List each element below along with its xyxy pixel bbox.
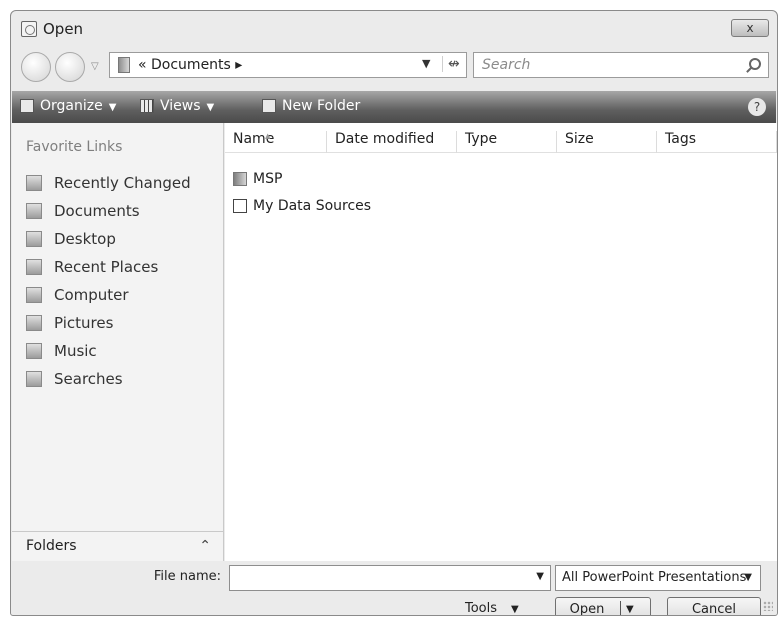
sidebar-item-music[interactable]: Music [26,337,191,365]
column-header-type[interactable]: Type [457,131,557,153]
computer-icon [26,287,42,303]
new-folder-icon [262,99,276,113]
sidebar-item-pictures[interactable]: Pictures [26,309,191,337]
organize-label: Organize [40,98,103,114]
sidebar-item-label: Documents [54,202,140,220]
forward-button[interactable] [55,52,85,82]
views-label: Views [160,98,201,114]
data-source-icon [233,199,247,213]
navigation-bar: ▽ « Documents ▸ ▼ ↮ Search [11,47,777,83]
open-label: Open [569,602,605,616]
column-header-name[interactable]: ▲ Name [225,131,327,153]
column-header-tags[interactable]: Tags [657,131,777,153]
address-dropdown-icon[interactable]: ▼ [422,57,430,70]
documents-icon [26,203,42,219]
close-button[interactable]: x [731,19,769,37]
file-type-value: All PowerPoint Presentations [562,570,747,585]
address-bar[interactable]: « Documents ▸ ▼ ↮ [109,52,467,78]
sort-arrow-icon: ▲ [265,132,271,140]
documents-folder-icon [118,57,130,73]
file-name-input[interactable]: ▼ [229,565,551,591]
back-button[interactable] [21,52,51,82]
organize-button[interactable]: Organize ▼ [20,98,116,114]
dialog-icon [21,21,37,37]
sidebar-item-recent-places[interactable]: Recent Places [26,253,191,281]
address-path[interactable]: « Documents ▸ [138,57,242,73]
sidebar-item-label: Desktop [54,230,116,248]
pictures-icon [26,315,42,331]
chevron-up-icon[interactable]: ⌃ [199,538,211,554]
open-split-divider [620,601,621,615]
sidebar-item-label: Recently Changed [54,174,191,192]
file-type-select[interactable]: All PowerPoint Presentations ▼ [555,565,761,591]
recent-pages-dropdown-icon[interactable]: ▽ [91,61,99,72]
new-folder-button[interactable]: New Folder [262,98,360,114]
recent-places-icon [26,259,42,275]
title-bar: Open x [11,11,777,47]
views-button[interactable]: Views ▼ [140,98,214,114]
file-item-msp[interactable]: MSP [233,168,282,190]
desktop-icon [26,231,42,247]
sidebar-item-label: Searches [54,370,123,388]
column-header-date-modified[interactable]: Date modified [327,131,457,153]
tools-dropdown-icon: ▼ [511,604,519,615]
column-header-size[interactable]: Size [557,131,657,153]
refresh-icon[interactable]: ↮ [442,56,460,72]
views-icon [140,99,154,113]
organize-icon [20,99,34,113]
folders-toggle-bar[interactable]: Folders ⌃ [12,531,224,561]
help-icon[interactable]: ? [748,98,766,116]
sidebar-item-label: Music [54,342,97,360]
file-name: MSP [253,171,283,187]
favorite-links-heading: Favorite Links [26,139,123,155]
search-icon[interactable] [749,58,761,70]
recently-changed-icon [26,175,42,191]
file-name-dropdown-icon[interactable]: ▼ [536,571,544,582]
file-name-label: File name: [153,569,221,584]
sidebar-item-label: Recent Places [54,258,159,276]
search-placeholder: Search [482,57,531,73]
organize-caret-icon: ▼ [108,102,117,113]
open-button[interactable]: Open ▼ [555,597,651,616]
views-caret-icon: ▼ [206,102,215,113]
open-dialog: Open x ▽ « Documents ▸ ▼ ↮ Search Organi… [10,10,778,616]
music-icon [26,343,42,359]
sidebar-item-desktop[interactable]: Desktop [26,225,191,253]
cancel-button[interactable]: Cancel [667,597,761,615]
new-folder-label: New Folder [282,98,361,114]
file-list-pane: ▲ Name Date modified Type Size Tags MSP M… [225,123,777,561]
folders-label: Folders [26,538,77,554]
file-type-dropdown-icon: ▼ [744,572,752,583]
navigation-pane: Favorite Links Recently Changed Document… [12,123,224,531]
file-item-my-data-sources[interactable]: My Data Sources [233,195,371,217]
open-dropdown-icon[interactable]: ▼ [626,598,634,615]
command-toolbar: Organize ▼ Views ▼ New Folder ? [12,91,776,123]
search-input[interactable]: Search [473,52,769,78]
searches-icon [26,371,42,387]
file-name: My Data Sources [253,198,372,214]
sidebar-item-searches[interactable]: Searches [26,365,191,393]
column-header-row: ▲ Name Date modified Type Size Tags [225,123,777,153]
sidebar-item-recently-changed[interactable]: Recently Changed [26,169,191,197]
dialog-title: Open [43,20,84,38]
tools-label: Tools [465,601,498,616]
sidebar-item-documents[interactable]: Documents [26,197,191,225]
tools-button[interactable]: Tools ▼ [465,601,519,616]
folder-icon [233,172,247,186]
resize-grip-icon[interactable] [763,601,773,611]
sidebar-item-label: Computer [54,286,129,304]
sidebar-item-computer[interactable]: Computer [26,281,191,309]
favorite-links-list: Recently Changed Documents Desktop Recen… [26,169,191,393]
sidebar-item-label: Pictures [54,314,114,332]
